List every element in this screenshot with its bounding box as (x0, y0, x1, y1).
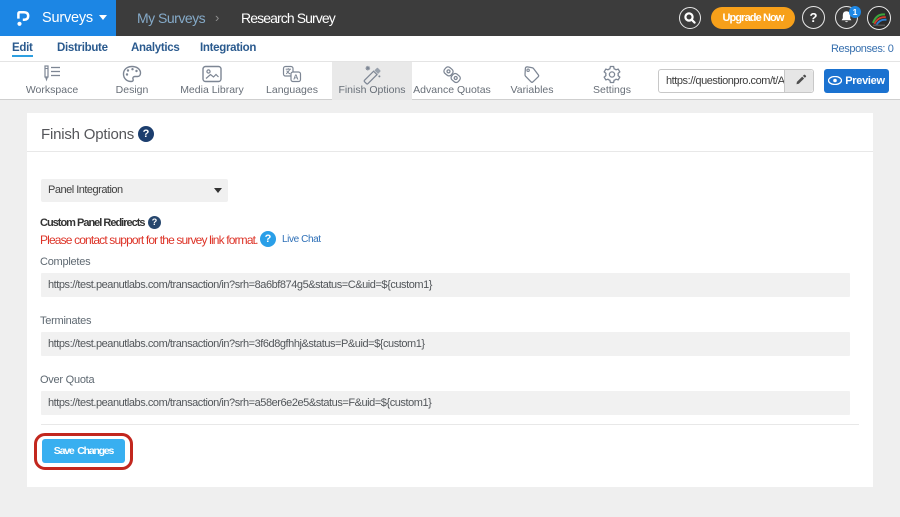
svg-text:A: A (293, 73, 299, 82)
